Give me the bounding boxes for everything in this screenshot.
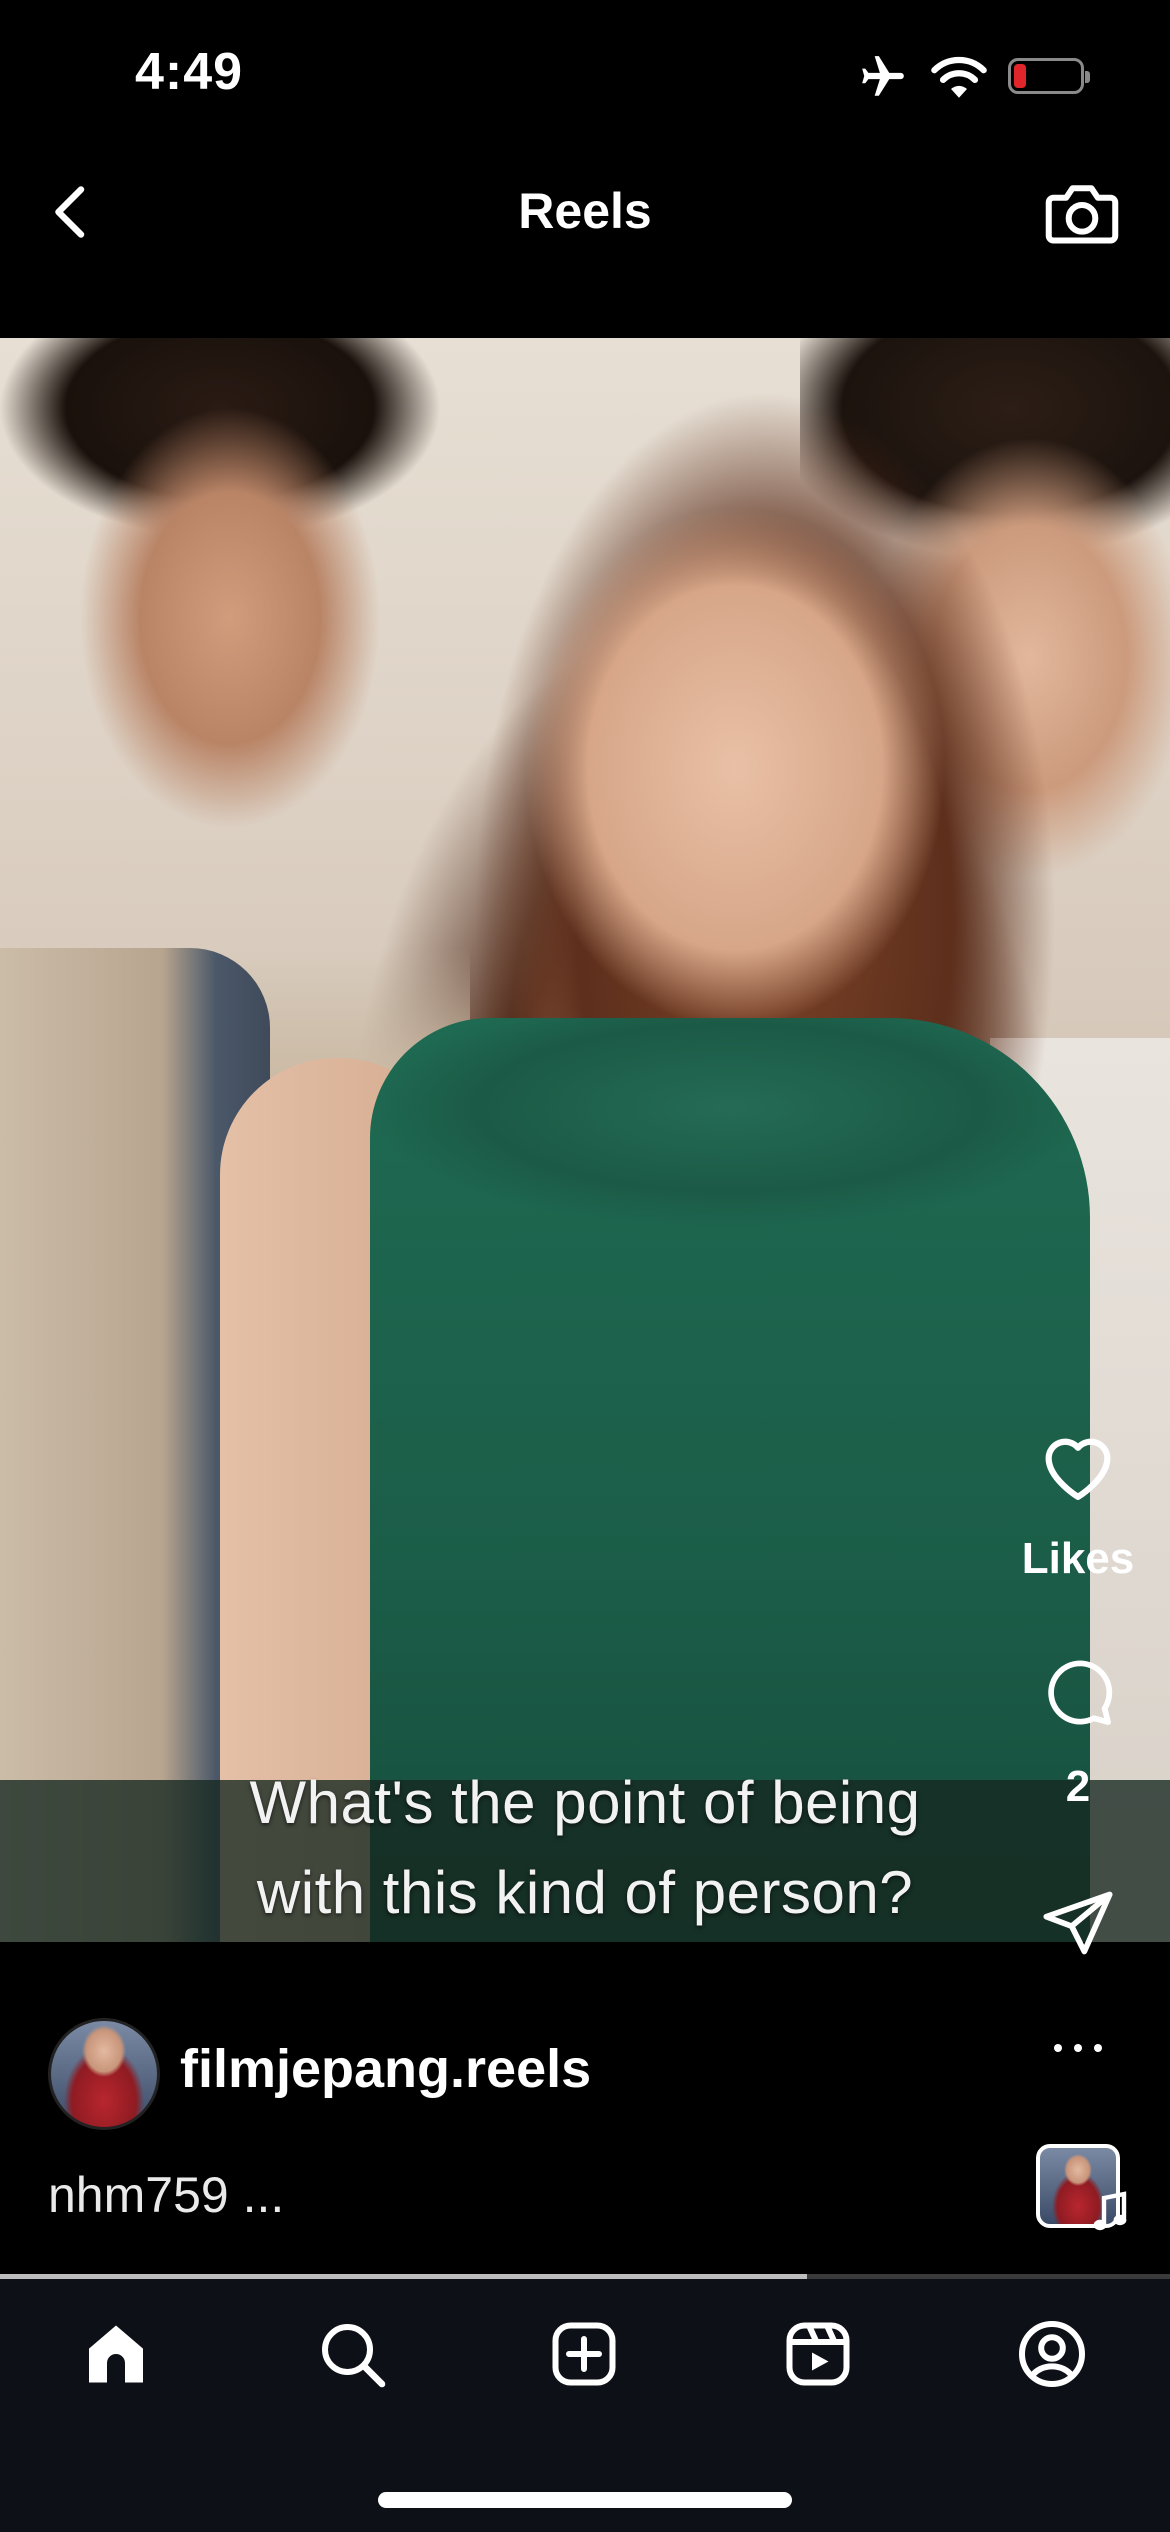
more-icon — [1054, 2044, 1102, 2052]
tab-create[interactable] — [548, 2318, 620, 2390]
author-avatar[interactable] — [48, 2018, 160, 2130]
reel-video[interactable] — [0, 338, 1170, 1942]
comment-count: 2 — [1065, 1762, 1091, 1811]
reels-icon — [786, 2322, 850, 2386]
like-button[interactable] — [1036, 1426, 1120, 1502]
plus-square-icon — [552, 2322, 616, 2386]
likes-label: Likes — [1021, 1534, 1135, 1583]
camera-button[interactable] — [1044, 176, 1120, 248]
home-icon — [89, 2325, 143, 2383]
airplane-icon — [862, 56, 904, 96]
author-username[interactable]: filmjepang.reels — [180, 2038, 591, 2100]
comment-button[interactable] — [1040, 1654, 1116, 1730]
wifi-icon — [931, 56, 987, 98]
send-icon — [1043, 1891, 1113, 1955]
share-button[interactable] — [1040, 1888, 1116, 1958]
tab-profile[interactable] — [1016, 2318, 1088, 2390]
home-indicator — [378, 2492, 792, 2508]
more-button[interactable] — [1052, 2040, 1104, 2056]
tab-search[interactable] — [316, 2318, 388, 2390]
tab-home[interactable] — [80, 2318, 152, 2390]
profile-icon — [1019, 2321, 1085, 2387]
comment-icon — [1048, 1660, 1113, 1725]
music-note-icon — [1093, 2191, 1127, 2231]
tab-reels[interactable] — [782, 2318, 854, 2390]
battery-icon — [1008, 58, 1090, 94]
status-time: 4:49 — [135, 43, 244, 101]
heart-icon — [1045, 1438, 1111, 1500]
subtitle-line-2: with this kind of person? — [256, 1859, 914, 1926]
search-icon — [322, 2324, 386, 2388]
reel-caption[interactable]: nhm759 ... — [48, 2166, 284, 2224]
page-title: Reels — [518, 183, 652, 239]
